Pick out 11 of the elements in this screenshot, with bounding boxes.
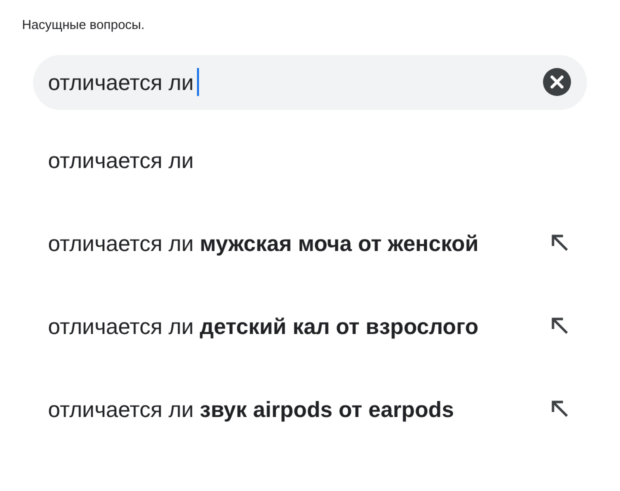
arrow-icon[interactable] (551, 317, 569, 335)
search-text: отличается ли (48, 68, 194, 96)
suggestion-item[interactable]: отличается ли мужская моча от женской (48, 226, 479, 260)
suggestion-item[interactable]: отличается ли звук airpods от earpods (48, 392, 454, 426)
caption: Насущные вопросы. (22, 17, 145, 32)
suggestion-item[interactable]: отличается ли детский кал от взрослого (48, 310, 478, 342)
arrow-icon[interactable] (551, 234, 569, 252)
suggestion-item[interactable]: отличается ли (48, 144, 194, 176)
clear-icon[interactable] (543, 68, 571, 96)
search-field[interactable]: отличается ли (33, 54, 587, 110)
arrow-icon[interactable] (551, 400, 569, 418)
